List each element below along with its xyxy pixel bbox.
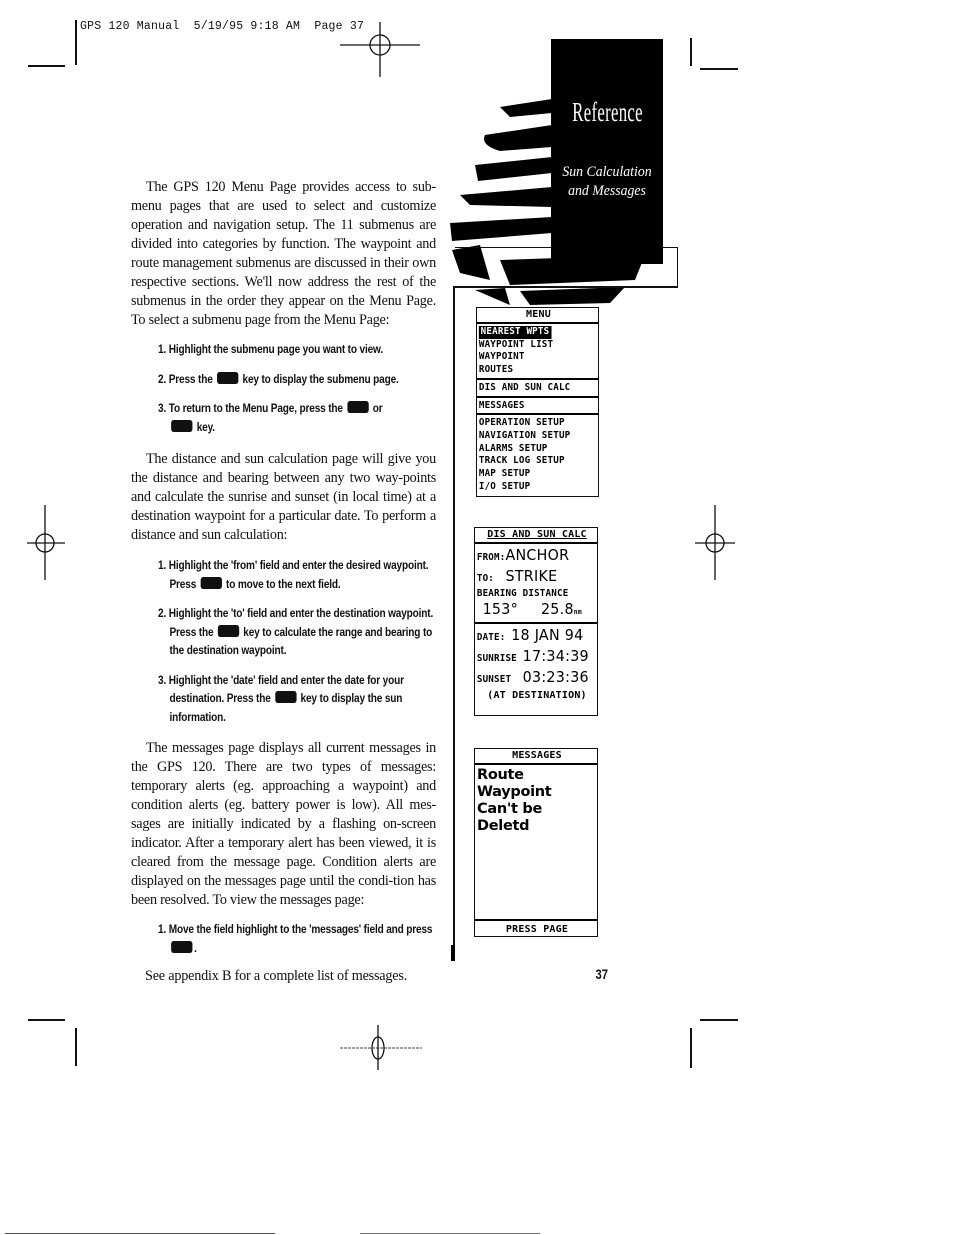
from-field[interactable]: FROM:ANCHOR [475, 546, 587, 567]
messages-title: MESSAGES [512, 750, 562, 761]
crop-mark [690, 38, 692, 66]
crop-mark [75, 20, 77, 65]
bottom-rule [360, 1233, 540, 1234]
messages-screen: MESSAGES Route Waypoint Can't be Deletd … [474, 748, 598, 937]
registration-mark-left [27, 505, 65, 580]
step: 1. Move the field highlight to the 'mess… [158, 922, 433, 955]
menu-item-waypoint[interactable]: WAYPOINT [477, 351, 588, 364]
menu-item-navigation-setup[interactable]: NAVIGATION SETUP [477, 430, 588, 443]
sunset-readout: SUNSET 03:23:36 [476, 667, 589, 686]
print-header: GPS 120 Manual 5/19/95 9:18 AM Page 37 [80, 20, 365, 33]
enter-key-icon [217, 624, 240, 637]
message-line: Route Waypoint [477, 767, 552, 800]
distance-sun-paragraph: The distance and sun calculation page wi… [131, 451, 436, 543]
enter-key-icon [171, 940, 193, 953]
menu-item-io-setup[interactable]: I/O SETUP [477, 481, 588, 494]
menu-item-routes[interactable]: ROUTES [477, 364, 588, 377]
crop-mark [28, 65, 65, 67]
intro-steps: 1. Highlight the submenu page you want t… [158, 340, 437, 447]
menu-item-nearest-wpts[interactable]: NEAREST WPTS [477, 326, 588, 339]
crop-mark [28, 1019, 65, 1021]
distance-sun-steps: 1. Highlight the 'from' field and enter … [158, 556, 437, 737]
crop-mark [700, 1019, 738, 1021]
enter-key-icon [200, 576, 222, 589]
dis-sun-screen: DIS AND SUN CALC FROM:ANCHOR TO: STRIKE … [474, 527, 598, 716]
menu-screen: MENU NEAREST WPTS WAYPOINT LIST WAYPOINT… [476, 307, 599, 497]
step: 2. Press the key to display the submenu … [158, 371, 399, 386]
press-page-prompt[interactable]: PRESS PAGE [475, 923, 597, 936]
at-destination-note: (AT DESTINATION) [487, 689, 587, 701]
menu-item-track-log-setup[interactable]: TRACK LOG SETUP [477, 455, 588, 468]
menu-item-dis-sun-calc[interactable]: DIS AND SUN CALC [477, 382, 588, 395]
tab-frame-rule [453, 286, 678, 288]
step: 3. To return to the Menu Page, press the… [158, 401, 383, 434]
messages-paragraph: The messages page displays all current m… [131, 740, 436, 908]
step: 3. Highlight the 'date' field and enter … [158, 672, 404, 724]
intro-paragraph: The GPS 120 Menu Page provides access to… [131, 179, 436, 328]
step: 2. Highlight the 'to' field and enter th… [158, 606, 434, 657]
section-title: Reference [572, 97, 643, 127]
sunrise-readout: SUNRISE 17:34:39 [476, 646, 589, 665]
messages-steps: 1. Move the field highlight to the 'mess… [158, 920, 437, 968]
crop-mark [700, 68, 738, 70]
menu-item-messages[interactable]: MESSAGES [477, 400, 588, 413]
date-field[interactable]: DATE: 18 JAN 94 [475, 626, 587, 647]
section-subtitle: Sun Calculation and Messages [562, 164, 652, 199]
menu-screen-title: MENU [526, 309, 551, 320]
step: 1. Highlight the 'from' field and enter … [158, 558, 429, 591]
registration-mark-right [695, 505, 735, 580]
menu-item-operation-setup[interactable]: OPERATION SETUP [477, 417, 588, 430]
menu-key-icon [171, 419, 193, 432]
crop-mark [75, 1028, 77, 1066]
dis-sun-title: DIS AND SUN CALC [487, 529, 587, 540]
menu-item-alarms-setup[interactable]: ALARMS SETUP [477, 443, 588, 456]
appendix-note: See appendix B for a complete list of me… [145, 968, 408, 984]
registration-mark-bottom [340, 1025, 422, 1070]
menu-item-waypoint-list[interactable]: WAYPOINT LIST [477, 339, 588, 352]
column-rule [453, 286, 455, 961]
enter-key-icon [216, 371, 239, 384]
section-tab: Reference Sun Calculation and Messages [551, 39, 663, 264]
bottom-rule [5, 1233, 275, 1234]
quit-key-icon [347, 401, 369, 413]
page-number: 37 [595, 966, 609, 982]
to-field[interactable]: TO: STRIKE [475, 567, 587, 588]
column-rule-end [451, 945, 455, 961]
crop-mark [690, 1028, 692, 1068]
message-line: Can't be Deletd [477, 801, 542, 834]
bearing-distance-values: 153° 25.8nm [482, 599, 582, 618]
enter-key-icon [274, 691, 297, 703]
step: 1. Highlight the submenu page you want t… [158, 342, 383, 356]
menu-item-map-setup[interactable]: MAP SETUP [477, 468, 588, 481]
